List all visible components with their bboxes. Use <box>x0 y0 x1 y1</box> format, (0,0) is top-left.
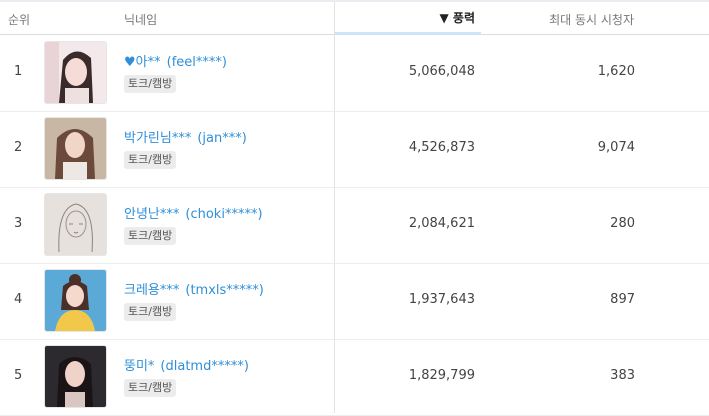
streamer-nickname-link[interactable]: ♥아** (feel****) <box>124 51 227 70</box>
user-id-text: (dlatmd*****) <box>160 359 249 374</box>
power-value: 1,829,799 <box>408 368 475 383</box>
rank-number: 5 <box>14 368 23 383</box>
power-value: 4,526,873 <box>408 140 475 155</box>
streamer-nickname-link[interactable]: 뚱미* (dlatmd*****) <box>124 355 249 374</box>
category-tag[interactable]: 토크/캠방 <box>124 303 177 321</box>
header-nickname: 닉네임 <box>124 13 158 27</box>
table-row[interactable]: 5 뚱미* (dlatmd*****) 토크/캠방 1,829,799 383 <box>0 339 709 416</box>
streamer-thumbnail[interactable] <box>44 117 107 180</box>
user-id-text: (tmxls*****) <box>185 283 264 298</box>
max-viewers-value: 897 <box>610 292 635 307</box>
category-tag[interactable]: 토크/캠방 <box>124 227 177 245</box>
max-viewers-value: 1,620 <box>597 64 635 79</box>
nickname-text: ♥아** <box>124 55 161 70</box>
streamer-thumbnail[interactable] <box>44 41 107 104</box>
power-value: 5,066,048 <box>408 64 475 79</box>
power-value: 1,937,643 <box>408 292 475 307</box>
streamer-nickname-link[interactable]: 박가린님*** (jan***) <box>124 127 247 146</box>
user-id-text: (choki*****) <box>185 207 263 222</box>
streamer-nickname-link[interactable]: 안녕난*** (choki*****) <box>124 203 263 222</box>
nickname-text: 안녕난*** <box>124 207 180 222</box>
category-tag[interactable]: 토크/캠방 <box>124 379 177 397</box>
user-id-text: (jan***) <box>197 131 247 146</box>
table-row[interactable]: 2 박가린님*** (jan***) 토크/캠방 4,526,873 9,074 <box>0 111 709 188</box>
streamer-thumbnail[interactable] <box>44 269 107 332</box>
category-tag[interactable]: 토크/캠방 <box>124 75 177 93</box>
category-tag[interactable]: 토크/캠방 <box>124 151 177 169</box>
power-value: 2,084,621 <box>408 216 475 231</box>
max-viewers-value: 280 <box>610 216 635 231</box>
rank-number: 4 <box>14 292 23 307</box>
header-max-viewers[interactable]: 최대 동시 시청자 <box>549 11 634 28</box>
streamer-nickname-link[interactable]: 크레용*** (tmxls*****) <box>124 279 264 298</box>
table-header: 순위 닉네임 ▼ 풍력 최대 동시 시청자 <box>0 2 709 35</box>
header-rank: 순위 <box>8 13 31 27</box>
table-row[interactable]: 1 ♥아** (feel****) 토크/캠방 5,066,048 1,620 <box>0 35 709 112</box>
header-power-sort[interactable]: ▼ 풍력 <box>335 2 481 35</box>
streamer-thumbnail[interactable] <box>44 345 107 408</box>
rank-number: 2 <box>14 140 23 155</box>
rank-number: 3 <box>14 216 23 231</box>
rank-number: 1 <box>14 64 23 79</box>
header-power-label: ▼ 풍력 <box>439 11 476 25</box>
ranking-table: 순위 닉네임 ▼ 풍력 최대 동시 시청자 1 ♥아** (feel****) 토… <box>0 0 709 416</box>
max-viewers-value: 383 <box>610 368 635 383</box>
user-id-text: (feel****) <box>166 55 227 70</box>
max-viewers-value: 9,074 <box>597 140 635 155</box>
nickname-text: 박가린님*** <box>124 131 192 146</box>
table-row[interactable]: 4 크레용*** (tmxls*****) 토크/캠방 1,937,643 897 <box>0 263 709 340</box>
table-row[interactable]: 3 안녕난*** (choki*****) 토크/캠방 2,084,621 280 <box>0 187 709 264</box>
streamer-thumbnail[interactable] <box>44 193 107 256</box>
nickname-text: 뚱미* <box>124 359 155 374</box>
nickname-text: 크레용*** <box>124 283 180 298</box>
